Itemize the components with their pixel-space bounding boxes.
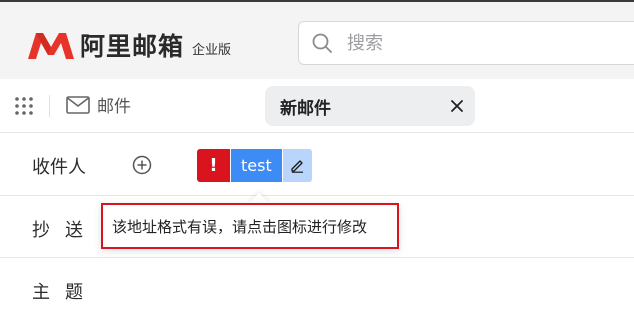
- search-icon: [312, 33, 332, 53]
- envelope-icon: [66, 95, 90, 114]
- pencil-icon: [291, 160, 303, 173]
- logo-m-icon: [28, 33, 74, 59]
- cc-label: 抄送: [32, 220, 98, 241]
- top-header: 阿里邮箱 企业版: [0, 0, 634, 79]
- tab-divider: [49, 95, 50, 117]
- subject-label: 主题: [32, 282, 98, 303]
- to-row: 收件人 ! test: [0, 134, 634, 196]
- add-contact-icon[interactable]: [132, 155, 152, 175]
- edition-label: 企业版: [192, 42, 232, 58]
- search-box[interactable]: [298, 21, 634, 65]
- tab-bar: 邮件 新邮件: [0, 79, 634, 133]
- search-input[interactable]: [347, 32, 587, 54]
- tab-mail-label: 邮件: [97, 97, 131, 117]
- grid-icon[interactable]: [13, 95, 35, 117]
- error-tooltip-text: 该地址格式有误，请点击图标进行修改: [112, 217, 368, 236]
- recipient-chip[interactable]: ! test: [197, 149, 312, 182]
- subject-row[interactable]: 主题: [0, 258, 634, 321]
- edit-recipient-button[interactable]: [282, 149, 312, 182]
- close-icon[interactable]: [449, 98, 465, 114]
- recipient-name[interactable]: test: [231, 149, 282, 182]
- logo-text: 阿里邮箱: [80, 32, 185, 61]
- invalid-address-icon[interactable]: !: [197, 149, 230, 182]
- tab-new-mail[interactable]: 新邮件: [265, 86, 475, 126]
- tab-new-mail-label: 新邮件: [280, 98, 331, 119]
- to-label: 收件人: [32, 157, 86, 178]
- tab-mail[interactable]: 邮件: [66, 92, 131, 117]
- error-tooltip: 该地址格式有误，请点击图标进行修改: [101, 203, 399, 249]
- app-logo[interactable]: 阿里邮箱 企业版: [26, 27, 231, 63]
